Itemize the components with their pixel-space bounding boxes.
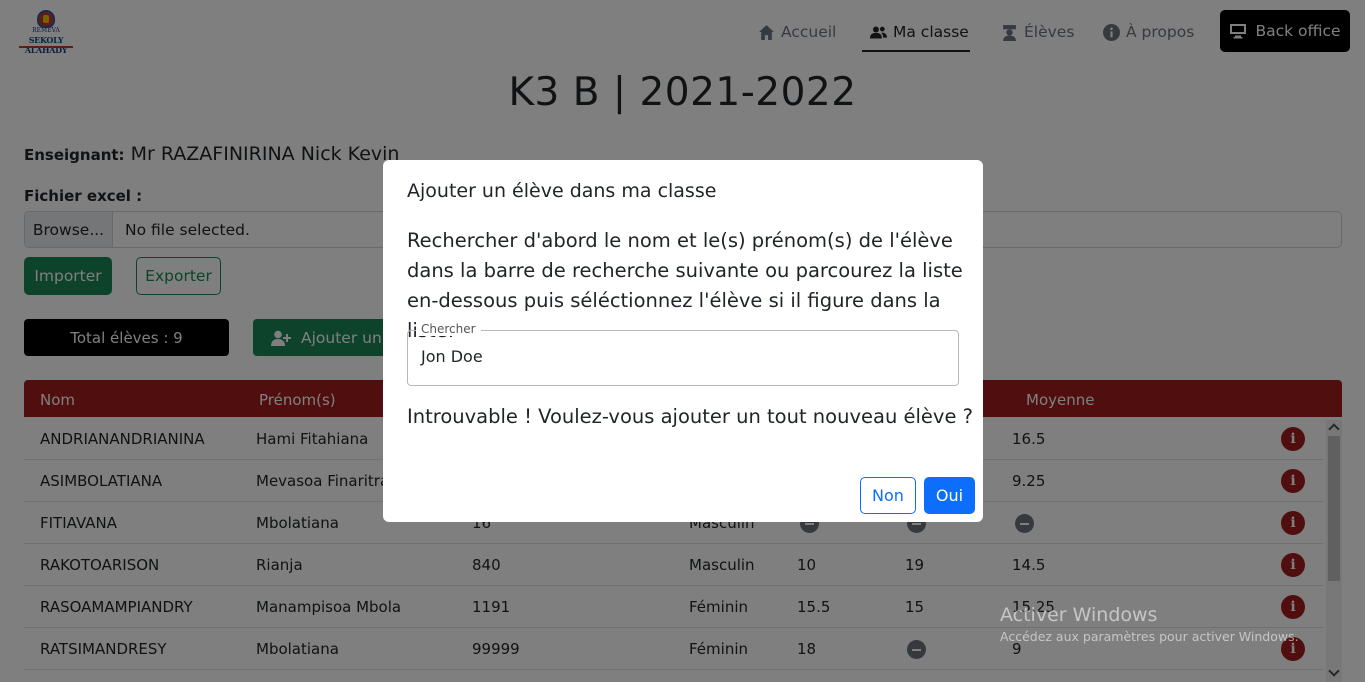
watermark-title: Activer Windows bbox=[1000, 604, 1158, 626]
modal-instructions: Rechercher d'abord le nom et le(s) préno… bbox=[407, 229, 963, 342]
search-label: Chercher bbox=[416, 322, 481, 336]
watermark-subtitle: Accédez aux paramètres pour activer Wind… bbox=[1000, 629, 1299, 644]
no-button[interactable]: Non bbox=[860, 477, 916, 514]
search-input[interactable] bbox=[407, 330, 959, 386]
not-found-message: Introuvable ! Voulez-vous ajouter un tou… bbox=[407, 405, 973, 428]
yes-button[interactable]: Oui bbox=[924, 477, 975, 514]
add-student-modal: Ajouter un élève dans ma classe Recherch… bbox=[383, 160, 983, 522]
modal-title: Ajouter un élève dans ma classe bbox=[407, 180, 717, 202]
windows-activation-watermark: Activer Windows Accédez aux paramètres p… bbox=[1000, 604, 1299, 644]
search-value[interactable]: Jon Doe bbox=[421, 347, 483, 366]
